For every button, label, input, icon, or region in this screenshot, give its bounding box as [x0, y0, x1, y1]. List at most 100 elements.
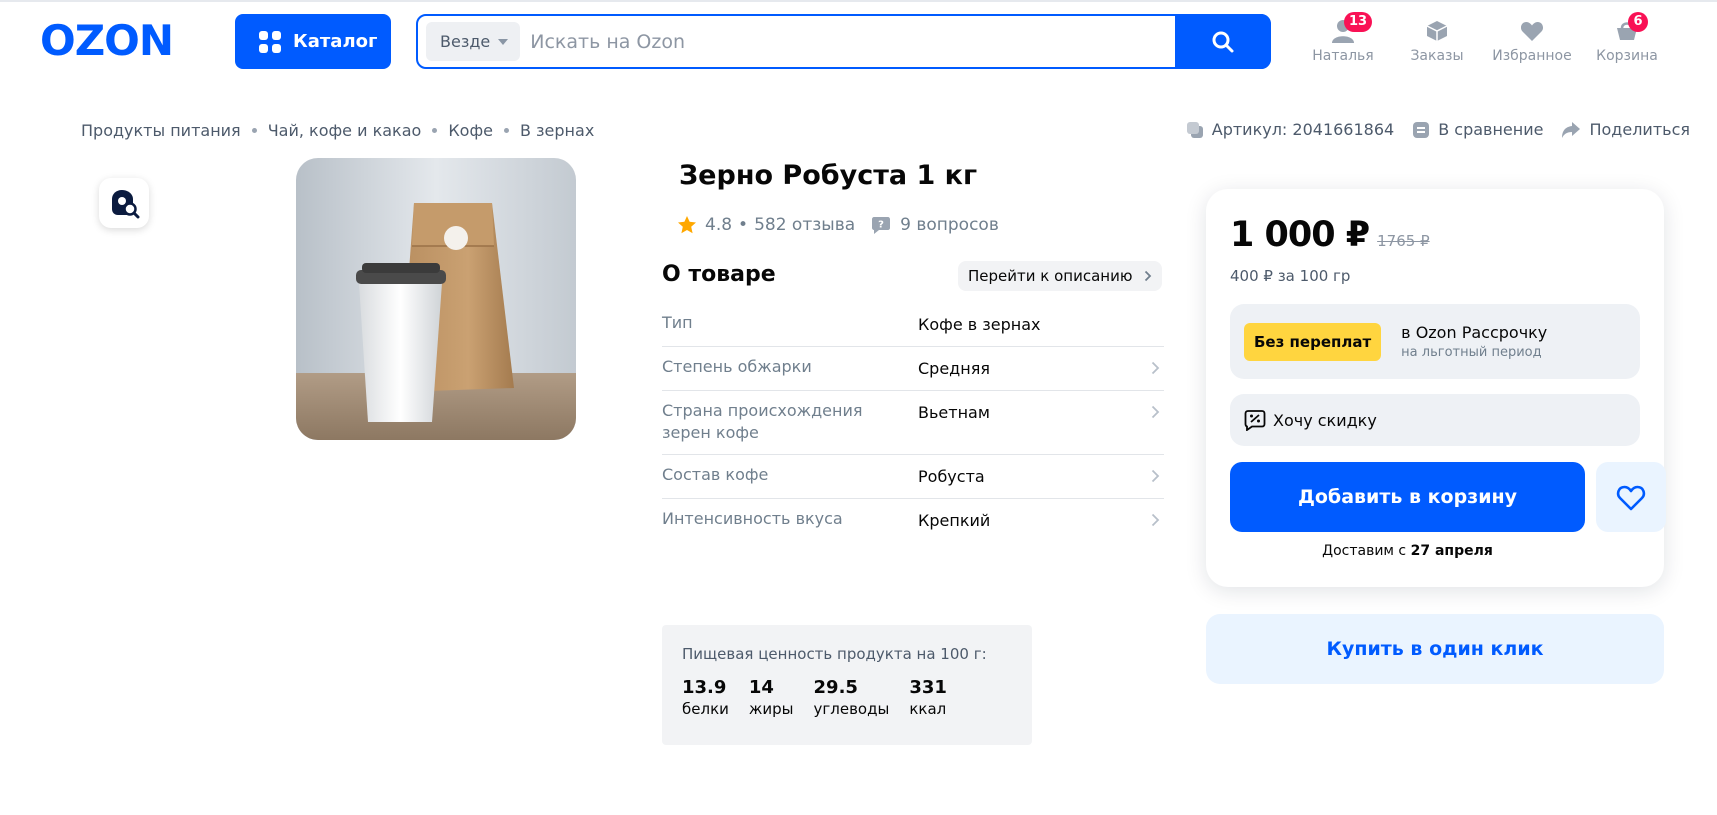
- attribute-row[interactable]: Состав кофе Робуста: [662, 455, 1164, 499]
- product-title: Зерно Робуста 1 кг: [679, 160, 978, 191]
- nutrition-value: 331: [909, 677, 947, 698]
- nutrition-value: 13.9: [682, 677, 727, 698]
- share-label: Поделиться: [1589, 120, 1690, 139]
- nav-cart[interactable]: 6 Корзина: [1582, 12, 1672, 68]
- want-discount-label: Хочу скидку: [1273, 410, 1377, 430]
- goto-description-button[interactable]: Перейти к описанию: [958, 261, 1163, 291]
- installment-offer[interactable]: Без переплат в Ozon Рассрочку на льготны…: [1230, 304, 1640, 379]
- breadcrumb-item[interactable]: Чай, кофе и какао: [268, 121, 422, 140]
- buy-card: 1 000 ₽ 1765 ₽ 400 ₽ за 100 гр Без переп…: [1206, 189, 1666, 587]
- profile-badge: 13: [1344, 12, 1373, 32]
- breadcrumb-item[interactable]: В зернах: [520, 121, 594, 140]
- nav-orders-label: Заказы: [1410, 48, 1464, 64]
- star-icon: [678, 216, 696, 234]
- about-section-title: О товаре: [662, 262, 776, 287]
- rating-row: 4.8 • 582 отзыва ? 9 вопросов: [677, 215, 999, 235]
- share-icon: [1562, 121, 1581, 138]
- attribute-row[interactable]: Интенсивность вкуса Крепкий: [662, 499, 1164, 542]
- product-meta-actions: Артикул: 2041661864 В сравнение Поделить…: [1168, 120, 1690, 139]
- delivery-info: Доставим с 27 апреля: [1230, 543, 1585, 559]
- attribute-key: Степень обжарки: [662, 357, 812, 376]
- rating-value[interactable]: 4.8: [705, 215, 732, 235]
- svg-text:?: ?: [878, 220, 884, 231]
- questions-link[interactable]: ? 9 вопросов: [871, 215, 999, 235]
- delivery-prefix: Доставим с: [1322, 543, 1407, 559]
- breadcrumb-separator: [503, 128, 509, 133]
- nav-favorites[interactable]: Избранное: [1487, 18, 1577, 68]
- buy-one-click-button[interactable]: Купить в один клик: [1206, 614, 1664, 684]
- chevron-right-icon: [1151, 361, 1160, 375]
- nutrition-title: Пищевая ценность продукта на 100 г:: [682, 645, 987, 663]
- nutrition-item: 14 жиры: [749, 677, 794, 718]
- article-number: Артикул: 2041661864: [1211, 120, 1395, 139]
- chevron-right-icon: [1151, 405, 1160, 419]
- image-search-button[interactable]: [99, 178, 149, 228]
- copy-icon: [1186, 121, 1203, 138]
- catalog-button-label: Каталог: [293, 31, 378, 52]
- search-input[interactable]: [520, 16, 1269, 67]
- installment-subtitle: на льготный период: [1401, 345, 1542, 360]
- installment-tag: Без переплат: [1244, 322, 1382, 361]
- nutrition-panel: Пищевая ценность продукта на 100 г: 13.9…: [662, 625, 1032, 745]
- compare-label: В сравнение: [1438, 120, 1544, 139]
- attribute-value: Крепкий: [918, 511, 991, 530]
- want-discount-button[interactable]: Хочу скидку: [1230, 394, 1640, 446]
- share-button[interactable]: Поделиться: [1561, 120, 1690, 139]
- add-to-cart-label: Добавить в корзину: [1297, 486, 1518, 508]
- attribute-value: Робуста: [918, 467, 985, 486]
- nav-profile[interactable]: 13 Наталья: [1298, 12, 1388, 68]
- heart-outline-icon: [1616, 485, 1646, 510]
- nav-cart-label: Корзина: [1596, 48, 1658, 64]
- rating-separator: •: [738, 215, 749, 235]
- compare-icon: [1413, 121, 1430, 138]
- nutrition-value: 14: [748, 677, 774, 698]
- attribute-value: Средняя: [918, 359, 990, 378]
- attribute-row[interactable]: Степень обжарки Средняя: [662, 347, 1164, 391]
- breadcrumb-item[interactable]: Кофе: [448, 121, 493, 140]
- copy-article-button[interactable]: Артикул: 2041661864: [1186, 120, 1394, 139]
- nav-orders[interactable]: Заказы: [1392, 18, 1482, 68]
- attribute-key: Тип: [662, 313, 693, 332]
- nutrition-label: ккал: [909, 700, 947, 718]
- attributes-list: Тип Кофе в зернах Степень обжарки Средня…: [662, 303, 1164, 542]
- unit-price: 400 ₽ за 100 гр: [1230, 267, 1351, 285]
- compare-button[interactable]: В сравнение: [1412, 120, 1543, 139]
- attribute-key: Состав кофе: [662, 465, 769, 484]
- nav-profile-label: Наталья: [1312, 48, 1374, 64]
- nutrition-value: 29.5: [813, 677, 858, 698]
- breadcrumb: Продукты питания Чай, кофе и какао Кофе …: [81, 121, 594, 140]
- attribute-key: Страна происхождения зерен кофе: [662, 401, 863, 442]
- price-row: 1 000 ₽ 1765 ₽: [1230, 215, 1430, 255]
- image-search-icon: [112, 190, 140, 219]
- chevron-right-icon: [1145, 270, 1152, 282]
- add-to-favorites-button[interactable]: [1596, 462, 1666, 532]
- chevron-right-icon: [1151, 469, 1160, 483]
- box-icon: [1426, 21, 1448, 41]
- breadcrumb-separator: [432, 128, 438, 133]
- nutrition-item: 13.9 белки: [682, 677, 729, 718]
- product-image[interactable]: [296, 158, 576, 440]
- catalog-button[interactable]: Каталог: [235, 14, 391, 69]
- nutrition-label: белки: [682, 700, 729, 718]
- breadcrumb-item[interactable]: Продукты питания: [81, 121, 241, 140]
- grid-icon: [259, 30, 281, 53]
- old-price: 1765 ₽: [1377, 232, 1430, 250]
- nutrition-item: 29.5 углеводы: [814, 677, 890, 718]
- heart-icon: [1520, 22, 1544, 41]
- add-to-cart-button[interactable]: Добавить в корзину: [1230, 462, 1585, 532]
- attribute-value: Кофе в зернах: [918, 315, 1041, 334]
- search-button[interactable]: [1175, 14, 1271, 69]
- buy-one-click-label: Купить в один клик: [1326, 638, 1544, 660]
- reviews-link[interactable]: 582 отзыва: [754, 215, 855, 235]
- nutrition-label: жиры: [748, 700, 794, 718]
- attribute-key: Интенсивность вкуса: [662, 509, 843, 528]
- logo-text: OZON: [40, 20, 173, 60]
- nutrition-label: углеводы: [813, 700, 890, 718]
- attribute-value: Вьетнам: [918, 403, 990, 422]
- ozon-logo[interactable]: OZON: [40, 20, 210, 60]
- top-divider: [0, 0, 1717, 2]
- search-bar: Везде: [416, 14, 1271, 69]
- attribute-row[interactable]: Страна происхождения зерен кофе Вьетнам: [662, 391, 1164, 455]
- current-price: 1 000 ₽: [1230, 215, 1370, 255]
- search-scope-dropdown[interactable]: Везде: [426, 22, 521, 61]
